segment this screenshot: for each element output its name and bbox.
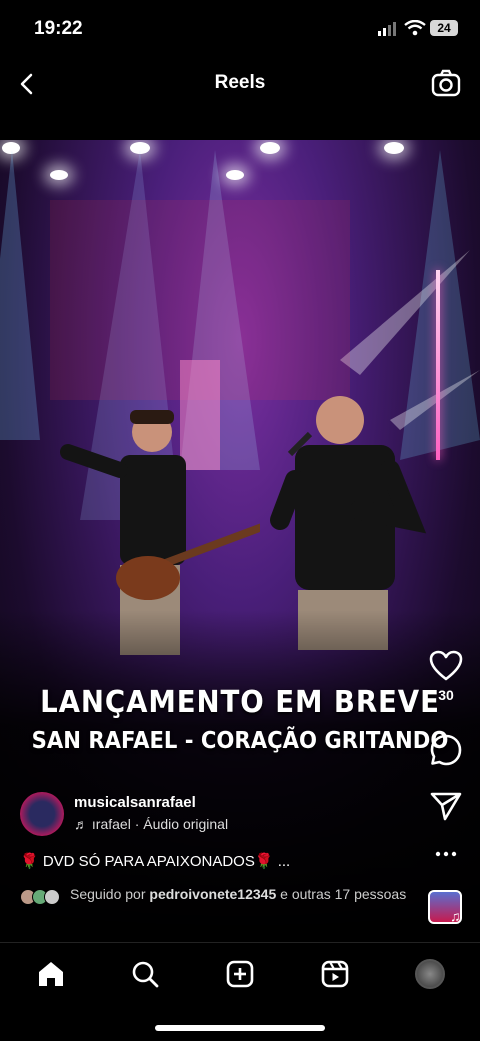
comment-icon[interactable] bbox=[429, 733, 463, 767]
signal-icon bbox=[378, 22, 396, 36]
music-note-icon: ♫ bbox=[450, 908, 461, 924]
search-icon[interactable] bbox=[130, 959, 160, 989]
like-count: 30 bbox=[438, 687, 454, 703]
heart-icon[interactable] bbox=[429, 650, 463, 682]
followed-suffix: e outras 17 pessoas bbox=[276, 886, 407, 902]
audio-label: ırafael · Áudio original bbox=[91, 816, 229, 832]
plus-square-icon[interactable] bbox=[225, 959, 255, 989]
top-bar: Reels bbox=[0, 60, 480, 108]
post-description[interactable]: 🌹 DVD SÓ PARA APAIXONADOS🌹 ... bbox=[20, 852, 290, 870]
home-icon[interactable] bbox=[36, 959, 66, 989]
send-icon[interactable] bbox=[429, 790, 463, 822]
more-button[interactable] bbox=[418, 846, 474, 864]
status-time: 19:22 bbox=[34, 18, 83, 39]
led-strip bbox=[436, 270, 440, 460]
battery-indicator: 24 bbox=[430, 20, 458, 36]
camera-icon[interactable] bbox=[430, 68, 462, 100]
like-button[interactable]: 30 bbox=[418, 650, 474, 703]
avatar[interactable] bbox=[20, 792, 64, 836]
video-caption-subtitle: SAN RAFAEL - CORAÇÃO GRITANDO bbox=[31, 728, 449, 754]
music-note-icon: ♬ bbox=[74, 816, 92, 832]
avatar[interactable] bbox=[415, 959, 445, 989]
reel-video[interactable]: LANÇAMENTO EM BREVE SAN RAFAEL - CORAÇÃO… bbox=[0, 140, 480, 940]
home-indicator bbox=[155, 1025, 325, 1031]
wifi-icon bbox=[404, 20, 426, 36]
followed-prefix: Seguido por bbox=[70, 886, 150, 902]
comment-button[interactable] bbox=[418, 733, 474, 772]
audio-info[interactable]: ♬ ırafael · Áudio original bbox=[74, 816, 228, 832]
status-bar: 19:22 24 bbox=[0, 0, 480, 58]
bottom-nav bbox=[0, 942, 480, 1041]
avatar bbox=[44, 889, 60, 905]
more-icon[interactable] bbox=[434, 849, 458, 859]
page-title: Reels bbox=[214, 72, 266, 93]
share-button[interactable] bbox=[418, 790, 474, 827]
video-caption-title: LANÇAMENTO EM BREVE bbox=[40, 685, 440, 720]
followed-user[interactable]: pedroivonete12345 bbox=[149, 886, 276, 902]
reels-icon[interactable] bbox=[320, 959, 350, 989]
username[interactable]: musicalsanrafael bbox=[74, 794, 196, 811]
